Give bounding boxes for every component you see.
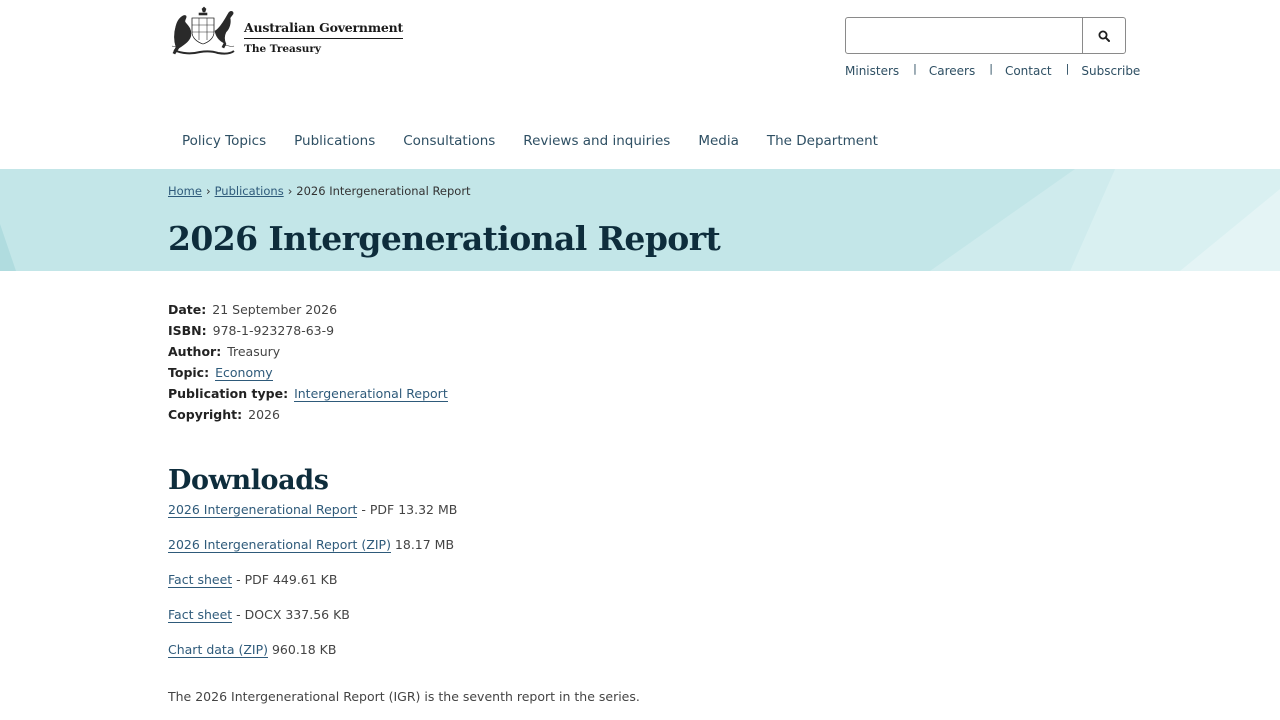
utility-divider: | [1065,62,1070,75]
meta-author-value: Treasury [227,344,281,359]
breadcrumb: Home › Publications › 2026 Intergenerational… [168,184,471,198]
download-chart-data-zip-link[interactable]: Chart data (ZIP) [168,642,268,658]
coat-of-arms-icon [171,6,235,55]
meta-row-author: Author: Treasury [168,341,448,362]
meta-row-isbn: ISBN: 978-1-923278-63-9 [168,320,448,341]
breadcrumb-home-link[interactable]: Home [168,184,202,198]
careers-link[interactable]: Careers [929,64,975,78]
download-fact-sheet-pdf-link[interactable]: Fact sheet [168,572,233,588]
download-item: Chart data (ZIP) 960.18 KB [168,641,457,676]
page-title: 2026 Intergenerational Report [168,219,721,258]
logo-department-text: The Treasury [244,43,322,55]
main-navigation: Policy Topics Publications Consultations… [168,133,892,149]
download-file-info: - PDF 13.32 MB [357,502,458,517]
download-file-info: 18.17 MB [390,537,455,552]
meta-copyright-value: 2026 [248,407,280,422]
meta-row-topic: Topic: Economy [168,362,448,383]
meta-row-copyright: Copyright: 2026 [168,404,448,425]
utility-divider: | [913,62,917,75]
download-fact-sheet-docx-link[interactable]: Fact sheet [168,607,233,623]
breadcrumb-publications-link[interactable]: Publications [215,184,284,198]
contact-link[interactable]: Contact [1005,64,1052,78]
download-file-info: - DOCX 337.56 KB [232,607,350,622]
nav-media[interactable]: Media [684,133,753,149]
search-box [845,17,1126,54]
downloads-list: 2026 Intergenerational Report - PDF 13.3… [168,501,457,676]
search-input[interactable] [846,18,1082,53]
meta-label: Date: [168,302,207,317]
downloads-heading: Downloads [168,465,329,496]
download-report-zip-link[interactable]: 2026 Intergenerational Report (ZIP) [168,537,391,553]
download-item: Fact sheet - PDF 449.61 KB [168,571,457,606]
download-item: 2026 Intergenerational Report (ZIP) 18.1… [168,536,457,571]
meta-topic-link[interactable]: Economy [215,365,273,381]
meta-row-date: Date: 21 September 2026 [168,299,448,320]
meta-row-publication-type: Publication type: Intergenerational Repor… [168,383,448,404]
ministers-link[interactable]: Ministers [845,64,899,78]
logo-government-text: Australian Government [244,20,403,39]
search-icon [1098,30,1110,42]
download-item: Fact sheet - DOCX 337.56 KB [168,606,457,641]
subscribe-link[interactable]: Subscribe [1081,64,1140,78]
breadcrumb-separator: › [287,184,293,198]
breadcrumb-current: 2026 Intergenerational Report [296,184,471,198]
meta-date-value: 21 September 2026 [212,302,338,317]
page-header-band: Home › Publications › 2026 Intergenerational… [0,169,1280,271]
meta-label: Author: [168,344,222,359]
utility-links: Ministers | Careers | Contact | Subscrib… [845,62,1140,78]
download-item: 2026 Intergenerational Report - PDF 13.3… [168,501,457,536]
nav-publications[interactable]: Publications [280,133,389,149]
utility-divider: | [989,62,993,75]
treasury-logo[interactable]: Australian Government The Treasury [168,6,403,60]
nav-consultations[interactable]: Consultations [389,133,509,149]
search-button[interactable] [1082,18,1125,53]
intro-paragraph: The 2026 Intergenerational Report (IGR) … [168,689,640,704]
nav-policy-topics[interactable]: Policy Topics [168,133,280,149]
download-report-pdf-link[interactable]: 2026 Intergenerational Report [168,502,358,518]
meta-label: Copyright: [168,407,243,422]
nav-reviews-and-inquiries[interactable]: Reviews and inquiries [509,133,684,149]
meta-isbn-value: 978-1-923278-63-9 [212,323,335,338]
meta-label: ISBN: [168,323,207,338]
breadcrumb-separator: › [205,184,211,198]
meta-label: Topic: [168,365,210,380]
meta-publication-type-link[interactable]: Intergenerational Report [294,386,448,402]
download-file-info: 960.18 KB [268,642,337,657]
meta-label: Publication type: [168,386,289,401]
download-file-info: - PDF 449.61 KB [232,572,338,587]
publication-metadata: Date: 21 September 2026 ISBN: 978-1-923278… [168,299,448,425]
nav-the-department[interactable]: The Department [753,133,892,149]
